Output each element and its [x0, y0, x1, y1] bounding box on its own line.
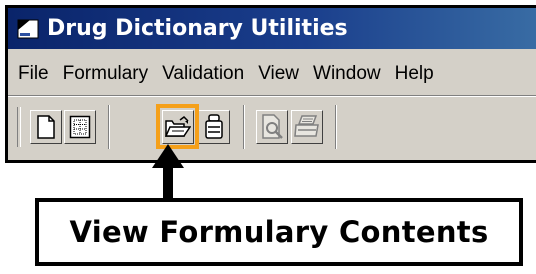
new-document-icon — [37, 115, 55, 139]
phone-icon — [205, 114, 223, 139]
menu-bar: File Formulary Validation View Window He… — [8, 52, 536, 96]
menu-formulary[interactable]: Formulary — [56, 61, 156, 87]
app-icon — [17, 19, 39, 38]
menu-file[interactable]: File — [8, 61, 56, 87]
app-window: Drug Dictionary Utilities File Formulary… — [5, 5, 536, 163]
menu-validation[interactable]: Validation — [155, 61, 251, 87]
toolbar-grip[interactable] — [17, 107, 21, 147]
print-button[interactable] — [291, 110, 323, 144]
print-preview-icon — [262, 114, 283, 139]
print-preview-button[interactable] — [256, 110, 288, 144]
grid-button[interactable] — [64, 110, 96, 144]
toolbar-separator — [108, 105, 110, 149]
printer-icon — [294, 115, 319, 137]
menu-view[interactable]: View — [251, 61, 306, 87]
new-button[interactable] — [30, 110, 62, 144]
grid-document-icon — [69, 115, 91, 139]
menu-window[interactable]: Window — [306, 61, 388, 87]
toolbar-separator — [243, 105, 245, 149]
phone-button[interactable] — [198, 110, 230, 144]
callout-box: View Formulary Contents — [35, 198, 523, 266]
toolbar — [8, 99, 536, 157]
window-title: Drug Dictionary Utilities — [47, 16, 348, 41]
menu-help[interactable]: Help — [388, 61, 441, 87]
toolbar-separator — [335, 105, 337, 149]
pointer-arrow-icon — [152, 144, 184, 200]
title-bar[interactable]: Drug Dictionary Utilities — [8, 8, 536, 49]
callout-label: View Formulary Contents — [69, 215, 489, 249]
